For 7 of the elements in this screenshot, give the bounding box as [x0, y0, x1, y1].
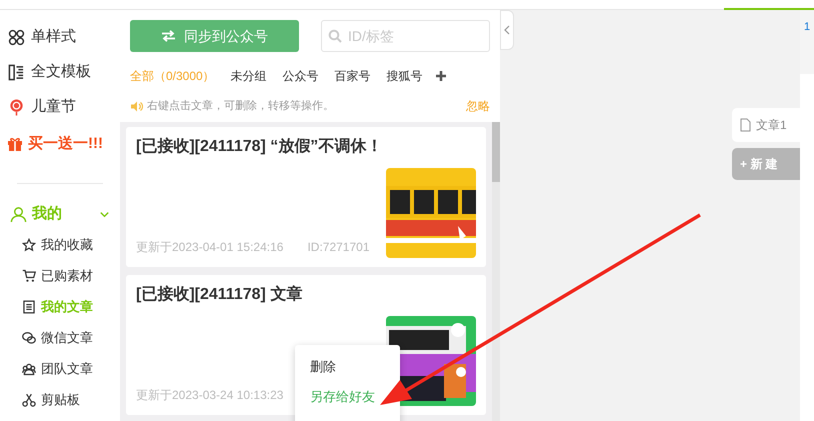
updated-time: 更新于2023-03-24 10:13:23 — [136, 387, 284, 404]
updated-time: 更新于2023-04-01 15:24:16 — [136, 239, 284, 256]
counter-text: 1 — [804, 21, 810, 33]
article-title: [已接收][2411178] 文章 — [136, 284, 304, 305]
tip-text: 右键点击文章，可删除，转移等操作。 — [147, 98, 335, 114]
article-title: [已接收][2411178] “放假”不调休！ — [136, 136, 384, 157]
article-id: ID:7271701 — [307, 239, 370, 256]
